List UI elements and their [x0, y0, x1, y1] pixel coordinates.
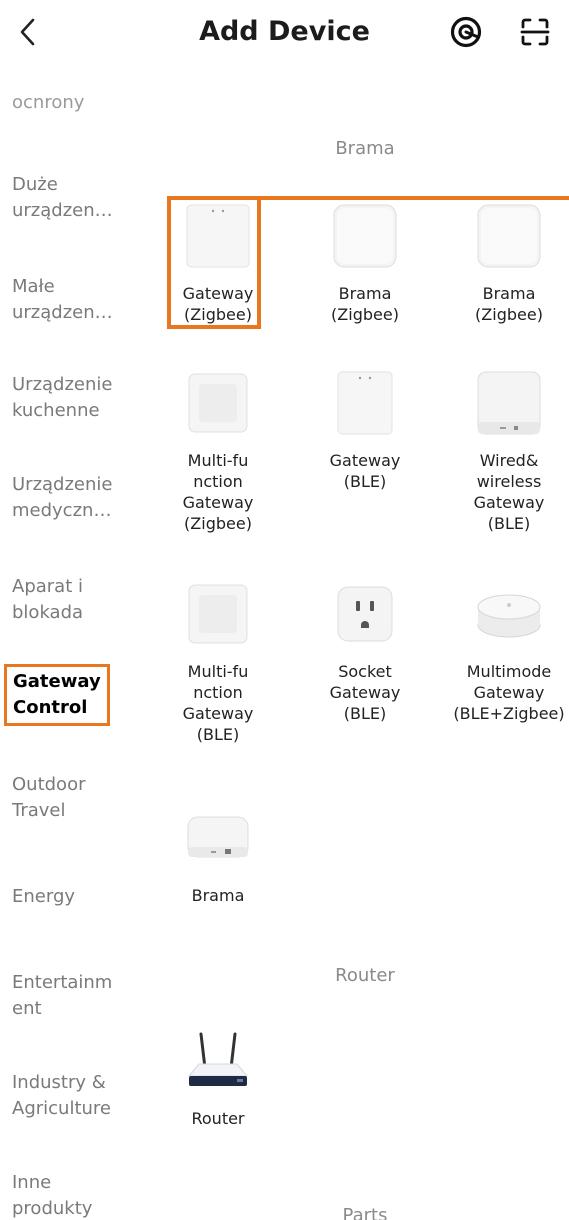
highlight-line	[261, 196, 569, 200]
wall-socket-icon	[332, 581, 398, 647]
speaker-gateway-icon	[185, 581, 251, 647]
sidebar-item-energy[interactable]: Energy	[12, 884, 142, 910]
device-multifunction-gateway-ble[interactable]: Multi-fu nction Gateway (BLE)	[155, 581, 283, 745]
sidebar-item-other[interactable]: Inne produkty	[12, 1170, 142, 1220]
sidebar-item-small-appliances[interactable]: Małe urządzen…	[12, 274, 142, 326]
device-brama-zigbee-2[interactable]: Brama (Zigbee)	[444, 203, 569, 325]
sidebar-item-partial[interactable]: ochrony	[12, 98, 142, 114]
section-title-router: Router	[335, 965, 395, 986]
wired-gateway-icon	[476, 370, 542, 436]
sidebar-item-outdoor-travel[interactable]: Outdoor Travel	[12, 772, 142, 824]
sidebar-item-entertainment[interactable]: Entertainm ent	[12, 970, 142, 1022]
scan-frame-icon	[520, 18, 550, 46]
device-multimode-gateway[interactable]: Multimode Gateway (BLE+Zigbee)	[444, 581, 569, 724]
router-icon	[185, 1028, 251, 1094]
header-bar: Add Device	[0, 0, 569, 70]
device-router[interactable]: Router	[155, 1028, 283, 1129]
sidebar-item-large-appliances[interactable]: Duże urządzen…	[12, 172, 142, 224]
flat-gateway-icon	[185, 805, 251, 871]
device-brama[interactable]: Brama	[155, 805, 283, 906]
section-title-brama: Brama	[335, 138, 395, 159]
sidebar-item-industry[interactable]: Industry & Agriculture	[12, 1070, 142, 1122]
round-hub-icon	[476, 581, 542, 647]
highlight-box	[167, 196, 261, 329]
sidebar-item-medical[interactable]: Urządzenie medyczn…	[12, 472, 142, 524]
sidebar-item-kitchen[interactable]: Urządzenie kuchenne	[12, 372, 142, 424]
speaker-gateway-icon	[185, 370, 251, 436]
category-sidebar[interactable]: ochrony Duże urządzen… Małe urządzen… Ur…	[0, 70, 150, 1220]
gateway-square-icon	[332, 203, 398, 269]
device-socket-gateway-ble[interactable]: Socket Gateway (BLE)	[300, 581, 430, 724]
radar-target-icon	[450, 16, 482, 48]
qr-scan-button[interactable]	[517, 14, 553, 50]
gateway-square-icon	[476, 203, 542, 269]
gateway-hub-icon	[332, 370, 398, 436]
device-multifunction-gateway-zigbee[interactable]: Multi-fu nction Gateway (Zigbee)	[155, 370, 283, 534]
sidebar-item-camera-lock[interactable]: Aparat i blokada	[12, 574, 142, 626]
device-brama-zigbee-1[interactable]: Brama (Zigbee)	[300, 203, 430, 325]
auto-scan-button[interactable]	[448, 14, 484, 50]
device-gateway-ble[interactable]: Gateway (BLE)	[300, 370, 430, 492]
device-wired-wireless-gateway-ble[interactable]: Wired& wireless Gateway (BLE)	[444, 370, 569, 534]
section-title-parts: Parts	[342, 1205, 388, 1220]
sidebar-item-gateway-control[interactable]: Gateway Control	[4, 664, 110, 726]
